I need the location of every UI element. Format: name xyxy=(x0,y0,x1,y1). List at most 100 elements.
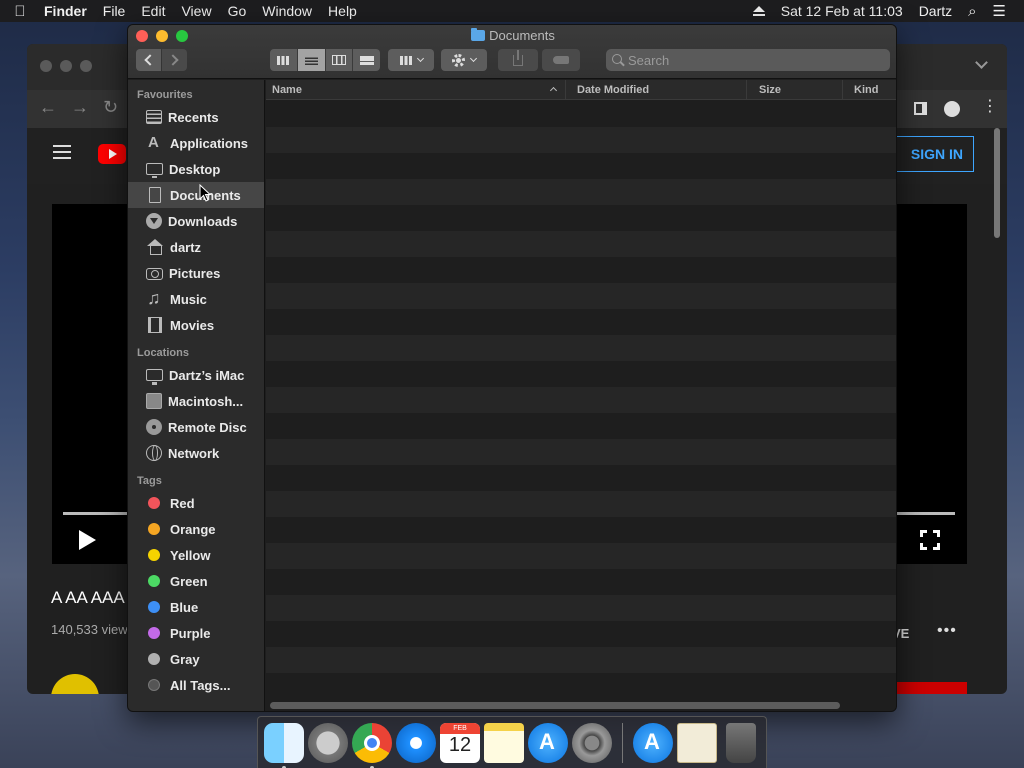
sidebar-item-remote-disc[interactable]: Remote Disc xyxy=(128,414,264,440)
search-input[interactable] xyxy=(606,49,890,71)
browser-close-button[interactable] xyxy=(40,60,52,72)
browser-menu-icon[interactable]: ⋮ xyxy=(982,96,998,116)
sidebar-tag-green[interactable]: Green xyxy=(128,568,264,594)
edit-tags-button[interactable] xyxy=(542,49,580,71)
sidebar-item-label: Applications xyxy=(170,135,249,151)
sidebar-item-music[interactable]: Music xyxy=(128,286,264,312)
column-headers: Name Date Modified Size Kind xyxy=(266,80,896,100)
sidebar-item-downloads[interactable]: Downloads xyxy=(128,208,264,234)
sidebar-tag-orange[interactable]: Orange xyxy=(128,516,264,542)
sidebar-tag-red[interactable]: Red xyxy=(128,490,264,516)
list-view-button[interactable] xyxy=(297,49,326,71)
column-header-size[interactable]: Size xyxy=(747,80,843,100)
browser-minimize-button[interactable] xyxy=(60,60,72,72)
sidebar-item-pictures[interactable]: Pictures xyxy=(128,260,264,286)
browser-forward-icon[interactable]: → xyxy=(71,97,89,118)
apple-menu-icon[interactable]:  xyxy=(0,3,40,20)
finder-sidebar: Favourites Recents Applications Desktop … xyxy=(128,80,265,711)
dock-certificate[interactable] xyxy=(677,722,717,763)
sidebar-item-imac[interactable]: Dartz’s iMac xyxy=(128,362,264,388)
dock-notes[interactable] xyxy=(484,722,524,763)
dock-finder[interactable] xyxy=(264,722,304,768)
back-button[interactable] xyxy=(136,49,161,71)
column-header-name[interactable]: Name xyxy=(266,80,566,100)
dock-system-preferences[interactable] xyxy=(572,722,612,763)
sidebar-tag-gray[interactable]: Gray xyxy=(128,646,264,672)
tag-color-dot-icon xyxy=(148,549,160,561)
browser-back-icon[interactable]: ← xyxy=(39,97,57,118)
sign-in-button[interactable]: SIGN IN xyxy=(892,136,974,172)
downloads-icon xyxy=(146,213,162,229)
dock: FEB 12 xyxy=(257,716,767,768)
sidebar-tag-blue[interactable]: Blue xyxy=(128,594,264,620)
sidebar-item-home[interactable]: dartz xyxy=(128,234,264,260)
sidebar-item-label: Pictures xyxy=(169,265,221,281)
menu-go[interactable]: Go xyxy=(220,3,255,19)
sidebar-item-label: Purple xyxy=(170,625,211,641)
sidebar-item-network[interactable]: Network xyxy=(128,440,264,466)
menu-view[interactable]: View xyxy=(173,3,219,19)
sidebar-item-applications[interactable]: Applications xyxy=(128,130,264,156)
dock-trash[interactable] xyxy=(726,722,756,763)
dock-chrome[interactable] xyxy=(352,722,392,768)
more-options-icon[interactable]: ••• xyxy=(937,622,957,640)
menu-help[interactable]: Help xyxy=(320,3,365,19)
channel-avatar[interactable] xyxy=(51,674,99,694)
menu-user[interactable]: Dartz xyxy=(911,3,960,19)
forward-button[interactable] xyxy=(162,49,187,71)
dock-safari[interactable] xyxy=(396,722,436,763)
action-menu-button[interactable] xyxy=(441,49,487,71)
hamburger-menu-icon[interactable] xyxy=(53,145,71,159)
share-button[interactable] xyxy=(498,49,538,71)
music-icon xyxy=(146,288,164,309)
notification-center-icon[interactable]: ☰ xyxy=(985,2,1014,20)
tag-color-dot-icon xyxy=(148,627,160,639)
eject-menu-icon[interactable] xyxy=(745,3,773,19)
sidebar-item-macintosh-hd[interactable]: Macintosh... xyxy=(128,388,264,414)
sidebar-item-label: Remote Disc xyxy=(168,419,247,435)
sidebar-tag-yellow[interactable]: Yellow xyxy=(128,542,264,568)
dock-app-store[interactable] xyxy=(528,722,568,763)
dock-app-store-download[interactable] xyxy=(633,722,673,763)
column-view-button[interactable] xyxy=(326,49,354,71)
dock-calendar[interactable]: FEB 12 xyxy=(440,722,480,763)
column-header-date-modified[interactable]: Date Modified xyxy=(566,80,747,100)
browser-scrollbar[interactable] xyxy=(994,128,1000,238)
group-by-button[interactable] xyxy=(388,49,434,71)
menu-file[interactable]: File xyxy=(95,3,134,19)
menu-edit[interactable]: Edit xyxy=(133,3,173,19)
sidebar-item-desktop[interactable]: Desktop xyxy=(128,156,264,182)
youtube-logo-icon[interactable] xyxy=(98,144,126,164)
menu-app-finder[interactable]: Finder xyxy=(40,3,95,19)
browser-maximize-button[interactable] xyxy=(80,60,92,72)
sidebar-toggle-icon[interactable] xyxy=(914,102,927,115)
spotlight-search-icon[interactable]: ⌕ xyxy=(960,3,984,20)
browser-reload-icon[interactable]: ↻ xyxy=(103,97,118,118)
sidebar-item-movies[interactable]: Movies xyxy=(128,312,264,338)
chevron-down-icon xyxy=(416,54,424,63)
sidebar-item-label: Red xyxy=(170,495,195,511)
fullscreen-icon[interactable] xyxy=(920,530,940,550)
menu-clock[interactable]: Sat 12 Feb at 11:03 xyxy=(773,3,911,19)
mouse-cursor-icon xyxy=(199,184,211,202)
sidebar-item-recents[interactable]: Recents xyxy=(128,104,264,130)
subscribe-button[interactable] xyxy=(897,682,967,694)
profile-avatar-icon[interactable] xyxy=(944,101,960,117)
column-header-label: Kind xyxy=(854,84,879,96)
share-icon xyxy=(513,49,523,66)
horizontal-scrollbar[interactable] xyxy=(270,702,840,709)
sidebar-item-label: Gray xyxy=(170,651,200,667)
sidebar-tag-all[interactable]: All Tags... xyxy=(128,672,264,698)
column-header-kind[interactable]: Kind xyxy=(843,80,896,100)
icon-grid-icon xyxy=(277,55,290,65)
play-icon[interactable] xyxy=(79,530,96,550)
chevron-down-icon[interactable] xyxy=(975,56,988,69)
empty-file-rows[interactable] xyxy=(266,101,896,696)
dock-launchpad[interactable] xyxy=(308,722,348,763)
gallery-view-button[interactable] xyxy=(353,49,380,71)
sidebar-item-documents[interactable]: Documents xyxy=(128,182,264,208)
sidebar-tag-purple[interactable]: Purple xyxy=(128,620,264,646)
menu-window[interactable]: Window xyxy=(254,3,320,19)
icon-view-button[interactable] xyxy=(270,49,298,71)
sidebar-item-label: dartz xyxy=(170,239,202,255)
